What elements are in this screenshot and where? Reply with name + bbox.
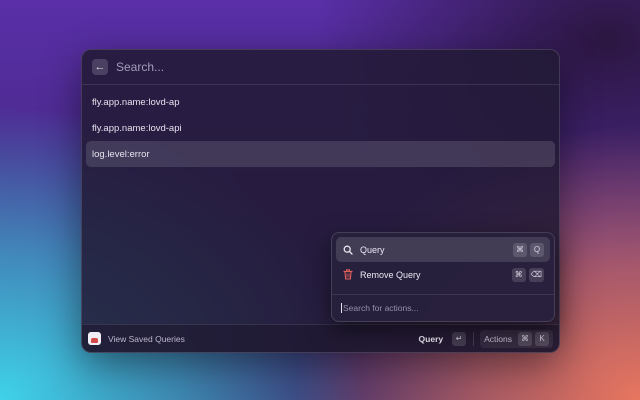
saved-queries-list: fly.app.name:lovd-ap fly.app.name:lovd-a… [82, 85, 559, 167]
list-item-label: fly.app.name:lovd-ap [92, 96, 180, 108]
back-button[interactable]: ← [92, 59, 108, 75]
k-key-hint: K [535, 331, 549, 346]
backspace-key-hint: ⌫ [528, 267, 544, 282]
action-query-shortcut: ⌘ Q [510, 242, 544, 257]
app-logo-icon [88, 332, 101, 345]
command-key-hint: ⌘ [518, 331, 532, 346]
footer-right: Query ↵ Actions ⌘ K [419, 329, 553, 348]
command-key-hint: ⌘ [513, 242, 527, 257]
footer-divider [473, 331, 475, 346]
footer-bar: View Saved Queries Query ↵ Actions ⌘ K [82, 324, 559, 352]
action-remove-query[interactable]: Remove Query ⌘ ⌫ [336, 262, 550, 287]
action-remove-query-label: Remove Query [360, 269, 421, 280]
action-query-label: Query [360, 244, 385, 255]
search-input[interactable] [116, 60, 549, 74]
trash-icon [342, 269, 354, 281]
q-key-hint: Q [530, 242, 544, 257]
search-icon [342, 244, 354, 256]
list-item[interactable]: fly.app.name:lovd-api [86, 115, 555, 141]
list-item-label: fly.app.name:lovd-api [92, 122, 182, 134]
footer-title: View Saved Queries [108, 333, 185, 344]
enter-key-hint: ↵ [452, 331, 467, 346]
search-bar: ← [82, 50, 559, 85]
command-key-hint: ⌘ [511, 267, 526, 282]
list-item[interactable]: fly.app.name:lovd-ap [86, 89, 555, 115]
text-caret [341, 303, 342, 313]
footer-left: View Saved Queries [88, 332, 419, 345]
actions-search-bar [332, 294, 554, 321]
actions-menu: Query ⌘ Q Remove Query ⌘ ⌫ [331, 232, 555, 322]
primary-action-button[interactable]: Query [419, 334, 444, 344]
actions-search-input[interactable] [343, 303, 545, 313]
actions-label: Actions [484, 333, 512, 344]
arrow-left-icon: ← [94, 61, 106, 73]
list-item-selected[interactable]: log.level:error [86, 141, 555, 167]
list-item-label: log.level:error [92, 148, 150, 160]
action-query[interactable]: Query ⌘ Q [336, 237, 550, 262]
action-remove-shortcut: ⌘ ⌫ [509, 267, 544, 282]
actions-menu-items: Query ⌘ Q Remove Query ⌘ ⌫ [332, 233, 554, 287]
actions-button[interactable]: Actions ⌘ K [480, 329, 553, 348]
